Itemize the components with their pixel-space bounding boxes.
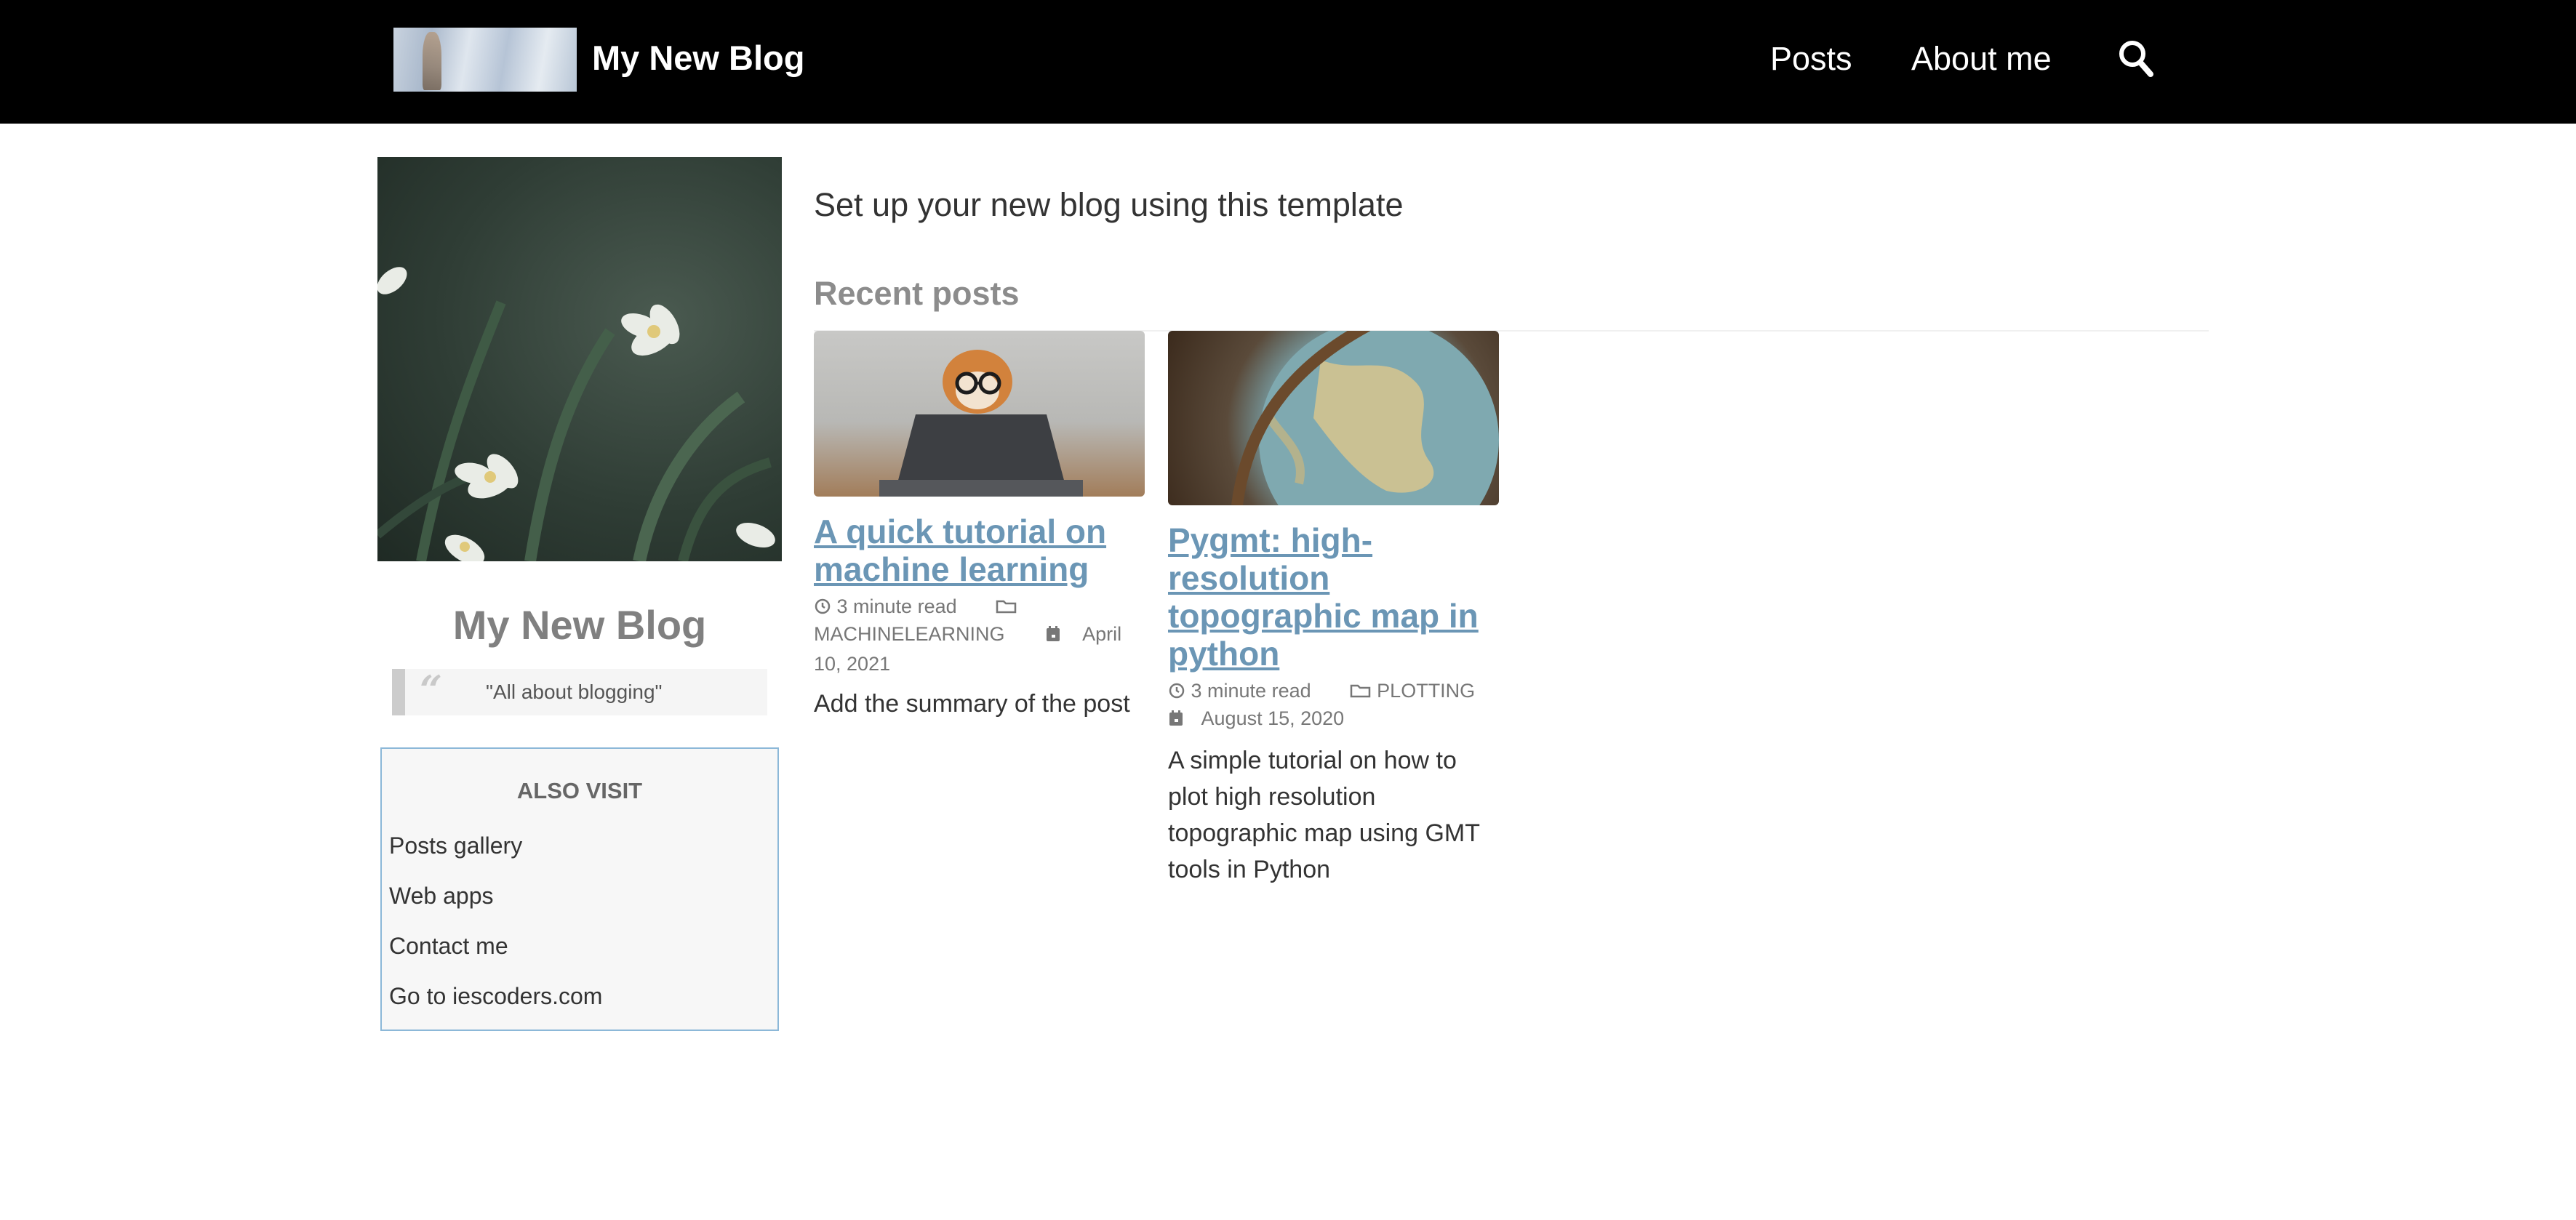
daffodil-photo-illustration xyxy=(377,267,775,561)
quote-text: "All about blogging" xyxy=(486,681,663,703)
nav-posts-link[interactable]: Posts xyxy=(1770,36,1852,81)
also-visit-heading: ALSO VISIT xyxy=(516,778,643,803)
top-navbar: My New Blog Posts About me xyxy=(0,0,2576,124)
post-meta: 3 minute read xyxy=(814,593,1148,622)
post-category-link[interactable]: PLOTTING xyxy=(1377,680,1475,702)
sidebar-quote: “ "All about blogging" xyxy=(392,669,767,715)
folder-icon xyxy=(1350,679,1372,707)
quote-icon: “ xyxy=(420,667,443,713)
also-visit-link-posts-gallery[interactable]: Posts gallery xyxy=(389,830,522,861)
brand-logo-image[interactable] xyxy=(393,28,577,92)
nav-about-link[interactable]: About me xyxy=(1911,36,2052,81)
sidebar-blog-title: My New Blog xyxy=(452,602,707,648)
read-time: 3 minute read xyxy=(1191,680,1311,702)
post-summary: A simple tutorial on how to plot high re… xyxy=(1168,747,1480,883)
brand-title[interactable]: My New Blog xyxy=(592,35,804,81)
also-visit-link-contact-me[interactable]: Contact me xyxy=(389,931,508,961)
clock-icon xyxy=(814,595,831,622)
post-title-link[interactable]: Pygmt: high-resolution topographic map i… xyxy=(1168,521,1499,673)
also-visit-link-web-apps[interactable]: Web apps xyxy=(389,880,494,911)
post-date: August 15, 2020 xyxy=(1201,707,1345,729)
post-meta-category-date: MACHINELEARNING April 10, 2021 xyxy=(814,620,1148,678)
search-icon[interactable] xyxy=(2118,39,2154,79)
calendar-icon xyxy=(1045,622,1061,650)
post-category-link[interactable]: MACHINELEARNING xyxy=(814,623,1005,645)
tree-graphic xyxy=(423,32,441,90)
calendar-icon xyxy=(1168,707,1184,734)
post-thumbnail-globe[interactable] xyxy=(1168,331,1499,505)
post-meta: 3 minute read PLOTTING xyxy=(1168,677,1503,707)
folder-icon xyxy=(996,595,1017,622)
post-summary: Add the summary of the post xyxy=(814,690,1130,718)
recent-posts-heading: Recent posts xyxy=(814,275,1020,312)
page-tagline: Set up your new blog using this template xyxy=(814,186,1404,223)
post-title-link[interactable]: A quick tutorial on machine learning xyxy=(814,513,1145,588)
also-visit-link-iescoders[interactable]: Go to iescoders.com xyxy=(389,981,602,1011)
globe-illustration xyxy=(1231,331,1499,505)
clock-icon xyxy=(1168,679,1185,707)
also-visit-box: ALSO VISIT Posts gallery Web apps Contac… xyxy=(380,747,779,1031)
read-time: 3 minute read xyxy=(836,595,957,617)
post-meta-date: August 15, 2020 xyxy=(1168,705,1503,734)
post-thumbnail-dog-laptop[interactable] xyxy=(814,331,1145,497)
dog-with-laptop-illustration xyxy=(879,350,1083,497)
author-photo xyxy=(377,157,782,561)
